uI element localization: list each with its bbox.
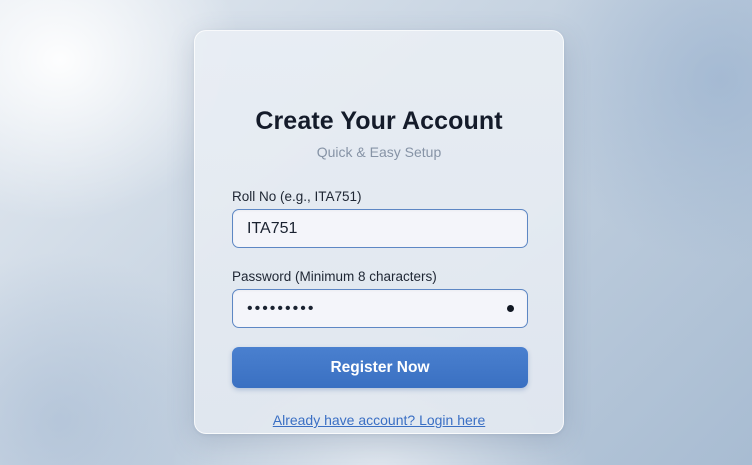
page-title: Create Your Account <box>255 107 503 135</box>
roll-no-input[interactable] <box>232 209 528 248</box>
password-input[interactable] <box>232 289 528 328</box>
page-subtitle: Quick & Easy Setup <box>316 144 442 160</box>
password-label: Password (Minimum 8 characters) <box>232 269 437 284</box>
register-card: Create Your Account Quick & Easy Setup R… <box>194 30 564 434</box>
visibility-dot-icon[interactable] <box>507 305 514 312</box>
roll-no-label: Roll No (e.g., ITA751) <box>232 189 362 204</box>
register-button[interactable]: Register Now <box>232 347 528 388</box>
login-link[interactable]: Already have account? Login here <box>195 412 563 428</box>
